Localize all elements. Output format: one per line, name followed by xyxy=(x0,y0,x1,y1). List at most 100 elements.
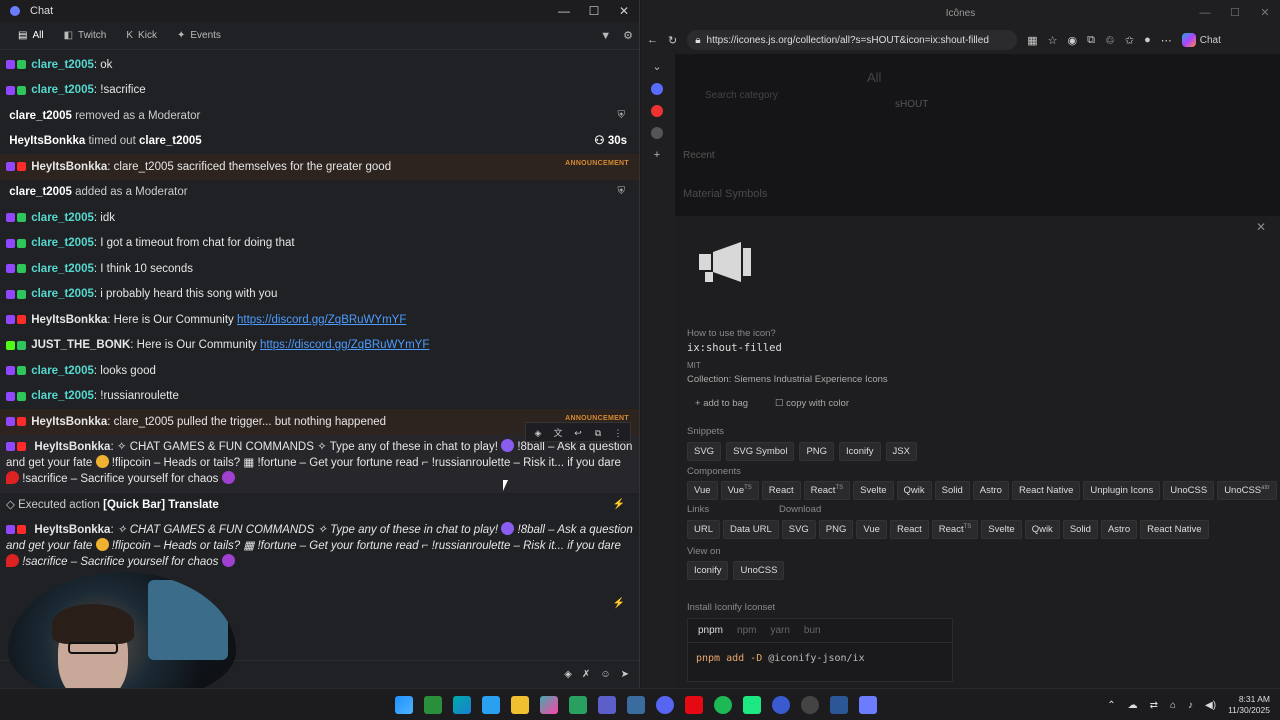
gear-icon[interactable]: ⚙ xyxy=(617,29,639,42)
chat-username[interactable]: clare_t2005 xyxy=(31,57,94,73)
edge-icon[interactable] xyxy=(453,696,471,714)
chat-username[interactable]: HeyItsBonkka xyxy=(34,524,110,536)
more-icon[interactable]: ⋯ xyxy=(1161,34,1172,47)
download-button[interactable]: ReactTS xyxy=(931,520,979,540)
refresh-icon[interactable]: ↻ xyxy=(668,34,677,47)
emoji-picker-icon[interactable]: ☺ xyxy=(600,669,610,680)
download-button[interactable]: SVG xyxy=(781,520,816,540)
component-button[interactable]: React Native xyxy=(1011,481,1081,501)
chat-username[interactable]: clare_t2005 xyxy=(31,363,94,379)
favorite-icon[interactable]: ☆ xyxy=(1048,34,1058,47)
chat-username[interactable]: HeyItsBonkka xyxy=(34,441,110,453)
component-button[interactable]: Vue xyxy=(687,481,718,501)
chat-username[interactable]: JUST_THE_BONK xyxy=(31,337,130,353)
favorites-icon[interactable]: ✩ xyxy=(1125,34,1134,47)
tab-kick[interactable]: K Kick xyxy=(116,22,167,50)
component-button[interactable]: Solid xyxy=(934,481,970,501)
chat-username[interactable]: HeyItsBonkka xyxy=(31,312,107,328)
viewon-button[interactable]: Iconify xyxy=(687,561,729,580)
download-button[interactable]: Vue xyxy=(856,520,887,540)
media-player-icon[interactable] xyxy=(830,696,848,714)
tab-all[interactable]: ▤ All xyxy=(8,22,54,50)
close-icon[interactable]: ✕ xyxy=(1250,0,1280,27)
add-icon[interactable]: + xyxy=(654,149,660,161)
more-icon[interactable]: ⋮ xyxy=(609,425,627,439)
teams-icon[interactable] xyxy=(598,696,616,714)
extension-icon[interactable]: ◉ xyxy=(1068,34,1078,47)
snippet-button[interactable]: SVG xyxy=(687,442,722,461)
reply-icon[interactable]: ↩ xyxy=(569,425,587,439)
download-button[interactable]: React xyxy=(889,520,929,540)
search-category-input[interactable]: Search category xyxy=(705,90,778,101)
chat-username[interactable]: clare_t2005 xyxy=(31,388,94,404)
component-button[interactable]: Svelte xyxy=(853,481,894,501)
download-button[interactable]: PNG xyxy=(818,520,854,540)
link-button[interactable]: URL xyxy=(687,520,721,540)
copilot-button[interactable]: Chat xyxy=(1181,33,1221,47)
download-button[interactable]: Solid xyxy=(1062,520,1098,540)
play-icon[interactable] xyxy=(569,696,587,714)
puzzle-icon[interactable]: ⧉ xyxy=(1087,34,1095,47)
sidebar-app-icon[interactable] xyxy=(651,127,663,139)
download-button[interactable]: Qwik xyxy=(1024,520,1060,540)
network-icon[interactable]: ⌂ xyxy=(1170,700,1176,711)
sidebar-app-icon[interactable] xyxy=(651,83,663,95)
snippet-button[interactable]: SVG Symbol xyxy=(726,442,795,461)
chevron-up-icon[interactable]: ⌃ xyxy=(1107,700,1115,711)
chat-link[interactable]: https://discord.gg/ZqBRuWYmYF xyxy=(237,312,406,328)
maximize-icon[interactable]: ☐ xyxy=(579,4,609,18)
hulu-icon[interactable] xyxy=(743,696,761,714)
reader-icon[interactable]: ▦ xyxy=(1027,34,1037,47)
icon-id[interactable]: ix:shout-filled xyxy=(687,342,782,354)
back-icon[interactable]: ← xyxy=(647,34,658,46)
component-button[interactable]: React xyxy=(761,481,801,501)
pkg-tab-bun[interactable]: bun xyxy=(804,625,821,636)
chat-username[interactable]: clare_t2005 xyxy=(31,261,94,277)
maximize-icon[interactable]: ☐ xyxy=(1220,0,1250,27)
snippet-button[interactable]: Iconify xyxy=(839,442,881,461)
component-button[interactable]: Unplugin Icons xyxy=(1083,481,1161,501)
minimize-icon[interactable]: — xyxy=(549,4,579,18)
kick-emote-icon[interactable]: ✗ xyxy=(582,669,590,680)
component-button[interactable]: UnoCSSattr xyxy=(1217,481,1277,501)
copilot-app-icon[interactable] xyxy=(540,696,558,714)
pkg-tab-yarn[interactable]: yarn xyxy=(770,625,789,636)
start-icon[interactable] xyxy=(395,696,413,714)
snippet-button[interactable]: JSX xyxy=(885,442,917,461)
monitor-icon[interactable] xyxy=(627,696,645,714)
folder-icon[interactable] xyxy=(511,696,529,714)
pkg-tab-npm[interactable]: npm xyxy=(737,625,756,636)
viewon-button[interactable]: UnoCSS xyxy=(733,561,785,580)
translate-icon[interactable]: 文 xyxy=(549,425,567,439)
copy-icon[interactable]: ⧉ xyxy=(589,425,607,439)
install-command[interactable]: pnpm add -D @iconify-json/ix xyxy=(688,642,952,664)
component-button[interactable]: ReactTS xyxy=(803,481,851,501)
snip-icon[interactable] xyxy=(482,696,500,714)
close-icon[interactable]: ✕ xyxy=(1256,220,1266,234)
download-button[interactable]: Svelte xyxy=(981,520,1022,540)
cloud-icon[interactable]: ☁ xyxy=(1128,700,1138,711)
component-button[interactable]: UnoCSS xyxy=(1163,481,1215,501)
close-icon[interactable]: ✕ xyxy=(609,4,639,18)
chat-message-list[interactable]: clare_t2005: ok clare_t2005: !sacrifice … xyxy=(0,52,639,660)
filter-icon[interactable]: ▼ xyxy=(594,30,617,42)
tab-events[interactable]: ✦ Events xyxy=(167,22,231,50)
link-button[interactable]: Data URL xyxy=(723,520,779,540)
collection-name[interactable]: Collection: Siemens Industrial Experienc… xyxy=(687,374,888,385)
chat-username[interactable]: HeyItsBonkka xyxy=(31,159,107,175)
snippet-button[interactable]: PNG xyxy=(799,442,835,461)
twitch-emote-icon[interactable]: ◈ xyxy=(564,669,572,680)
add-to-bag-button[interactable]: + add to bag xyxy=(695,398,748,409)
minimize-icon[interactable]: — xyxy=(1190,0,1220,27)
spotify-icon[interactable] xyxy=(714,696,732,714)
download-button[interactable]: Astro xyxy=(1100,520,1138,540)
send-icon[interactable]: ➤ xyxy=(621,669,629,680)
volume-icon[interactable]: ◀) xyxy=(1205,700,1216,711)
component-button[interactable]: VueTS xyxy=(720,481,759,501)
address-bar[interactable]: 🔒︎ https://icones.js.org/collection/all?… xyxy=(687,30,1018,50)
component-button[interactable]: Astro xyxy=(972,481,1009,501)
collections-icon[interactable]: ♲ xyxy=(1105,34,1115,47)
obs-icon[interactable] xyxy=(801,696,819,714)
download-button[interactable]: React Native xyxy=(1140,520,1209,540)
profile-icon[interactable]: ● xyxy=(1144,34,1151,46)
